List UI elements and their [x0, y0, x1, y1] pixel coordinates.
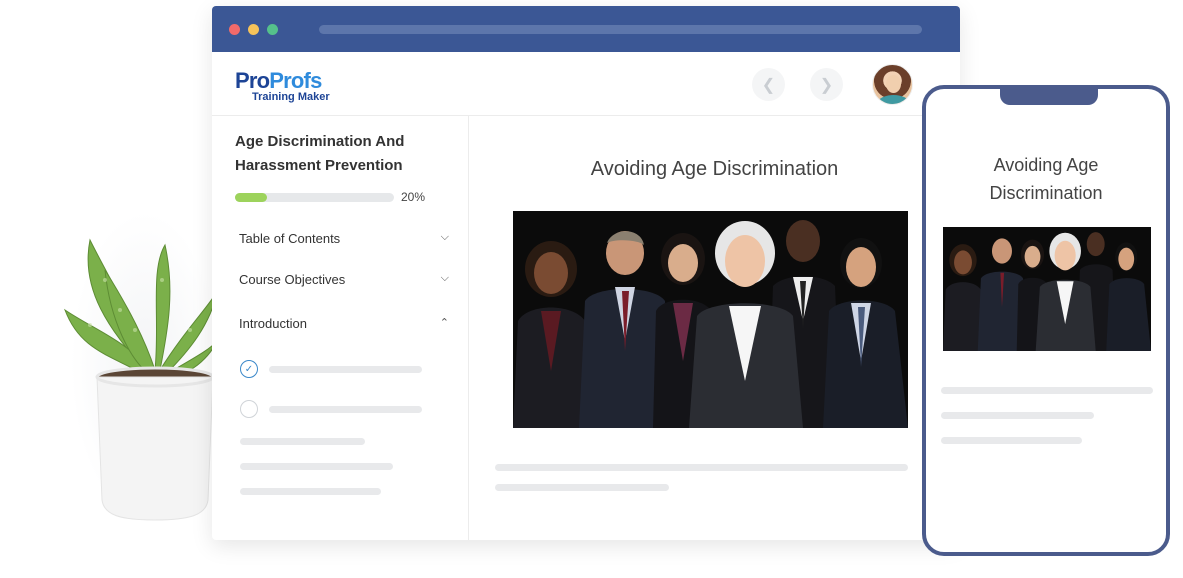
section-label: Table of Contents [239, 231, 341, 246]
progress-percent: 20% [401, 190, 426, 204]
slide-pane: Avoiding Age Discrimination [469, 116, 960, 540]
mobile-slide-title: Avoiding Age Discrimination [989, 155, 1103, 203]
text-placeholder [941, 437, 1082, 444]
previous-button[interactable]: ❮ [752, 68, 785, 101]
next-button[interactable]: ❯ [810, 68, 843, 101]
section-table-of-contents[interactable]: Table of Contents ⌵ [239, 231, 449, 246]
progress-bar [235, 193, 394, 202]
empty-circle-icon [240, 400, 258, 418]
decorative-plant [50, 210, 220, 530]
lesson-title-placeholder [269, 406, 422, 413]
stage: ProProfs Training Maker ❮ ❯ Age Discrimi… [0, 0, 1183, 578]
close-window-dot[interactable] [229, 24, 240, 35]
chevron-down-icon: ⌵ [440, 231, 449, 243]
mobile-device: Avoiding Age Discrimination [922, 85, 1170, 556]
text-placeholder [941, 412, 1094, 419]
chevron-down-icon: ⌵ [440, 272, 449, 284]
chevron-right-icon: ❯ [819, 76, 834, 94]
course-sidebar: Age Discrimination And Harassment Preven… [212, 116, 469, 540]
text-placeholder [240, 438, 365, 445]
text-placeholder [240, 488, 381, 495]
course-content: Age Discrimination And Harassment Preven… [212, 116, 960, 540]
user-avatar[interactable] [872, 64, 913, 105]
browser-window: ProProfs Training Maker ❮ ❯ Age Discrimi… [212, 6, 960, 540]
team-photo [513, 211, 908, 428]
phone-notch [1000, 85, 1098, 105]
section-label: Course Objectives [239, 272, 346, 287]
slide-title: Avoiding Age Discrimination [590, 158, 839, 180]
chevron-up-icon: ⌃ [439, 317, 449, 329]
text-placeholder [495, 464, 908, 471]
chevron-left-icon: ❮ [761, 76, 776, 94]
section-course-objectives[interactable]: Course Objectives ⌵ [239, 272, 449, 287]
text-placeholder [240, 463, 393, 470]
browser-titlebar [212, 6, 960, 52]
lesson-title-placeholder [269, 366, 422, 373]
progress-fill [235, 193, 267, 202]
app-header: ProProfs Training Maker ❮ ❯ [212, 52, 960, 116]
mobile-team-photo [943, 227, 1151, 351]
address-bar[interactable] [319, 25, 922, 34]
text-placeholder [941, 387, 1153, 394]
minimize-window-dot[interactable] [248, 24, 259, 35]
section-label: Introduction [239, 316, 307, 331]
section-introduction[interactable]: Introduction ⌃ [239, 316, 449, 331]
proprofs-logo[interactable]: ProProfs Training Maker [235, 70, 330, 103]
lesson-item[interactable]: ✓ [240, 360, 430, 378]
lesson-item[interactable] [240, 400, 430, 418]
check-circle-icon: ✓ [240, 360, 258, 378]
maximize-window-dot[interactable] [267, 24, 278, 35]
course-title: Age Discrimination And Harassment Preven… [235, 133, 405, 174]
text-placeholder [495, 484, 669, 491]
